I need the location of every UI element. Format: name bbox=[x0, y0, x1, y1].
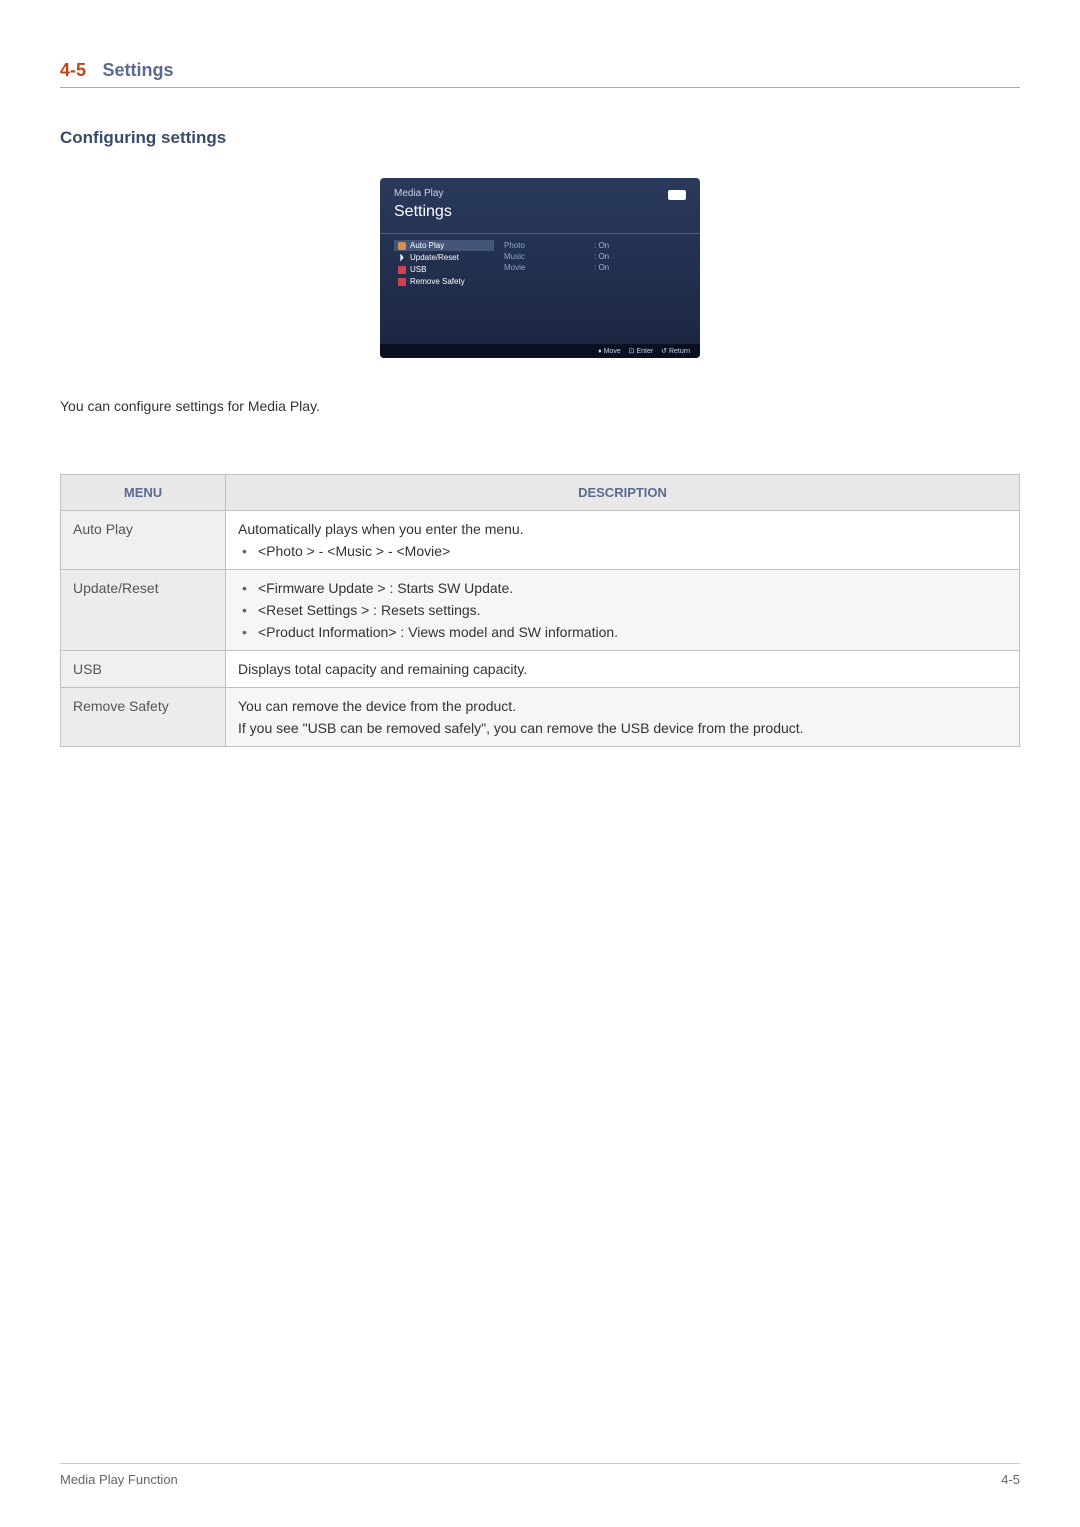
footer-right: 4-5 bbox=[1001, 1472, 1020, 1487]
osd-menu-autoplay: Auto Play bbox=[394, 240, 494, 251]
osd-screenshot-container: Media Play Settings Auto Play Update/Res… bbox=[60, 178, 1020, 358]
intro-text: You can configure settings for Media Pla… bbox=[60, 398, 1020, 414]
osd-menu-removesafety: Remove Safety bbox=[394, 276, 494, 287]
table-row: USB Displays total capacity and remainin… bbox=[61, 651, 1020, 688]
osd-option-music: Music bbox=[504, 251, 574, 262]
osd-value-photo: : On bbox=[594, 240, 686, 251]
osd-value-movie: : On bbox=[594, 262, 686, 273]
osd-settings-label: Settings bbox=[394, 203, 686, 221]
osd-item-label: Remove Safety bbox=[410, 277, 465, 286]
osd-option-photo: Photo bbox=[504, 240, 574, 251]
table-cell-desc: <Firmware Update > : Starts SW Update. <… bbox=[226, 570, 1020, 651]
table-row: Remove Safety You can remove the device … bbox=[61, 688, 1020, 747]
table-cell-menu: USB bbox=[61, 651, 226, 688]
osd-footer-enter: ⊡ Enter bbox=[629, 348, 654, 355]
osd-content: Auto Play Update/Reset USB Remove Safety… bbox=[380, 234, 700, 294]
section-header: 4-5 Settings bbox=[60, 60, 1020, 88]
osd-value-music: : On bbox=[594, 251, 686, 262]
section-title: Settings bbox=[102, 60, 173, 80]
table-cell-menu: Update/Reset bbox=[61, 570, 226, 651]
osd-left-menu: Auto Play Update/Reset USB Remove Safety bbox=[394, 240, 494, 288]
settings-table: MENU DESCRIPTION Auto Play Automatically… bbox=[60, 474, 1020, 747]
bullet-item: <Product Information> : Views model and … bbox=[238, 624, 1007, 640]
osd-menu-updatereset: Update/Reset bbox=[394, 252, 494, 263]
desc-text: Automatically plays when you enter the m… bbox=[238, 521, 1007, 537]
table-cell-menu: Auto Play bbox=[61, 511, 226, 570]
usb-icon bbox=[668, 190, 686, 200]
osd-footer: ♦ Move ⊡ Enter ↺ Return bbox=[380, 344, 700, 358]
table-header-menu: MENU bbox=[61, 475, 226, 511]
table-row: Update/Reset <Firmware Update > : Starts… bbox=[61, 570, 1020, 651]
table-cell-desc: Automatically plays when you enter the m… bbox=[226, 511, 1020, 570]
table-header-description: DESCRIPTION bbox=[226, 475, 1020, 511]
arrow-icon bbox=[398, 254, 406, 262]
bullet-item: <Photo > - <Music > - <Movie> bbox=[238, 543, 1007, 559]
desc-bullets: <Firmware Update > : Starts SW Update. <… bbox=[238, 580, 1007, 640]
osd-middle-column: Photo Music Movie bbox=[494, 240, 574, 288]
table-row: Auto Play Automatically plays when you e… bbox=[61, 511, 1020, 570]
table-cell-desc: Displays total capacity and remaining ca… bbox=[226, 651, 1020, 688]
gear-icon bbox=[398, 242, 406, 250]
osd-item-label: USB bbox=[410, 265, 426, 274]
eject-icon bbox=[398, 278, 406, 286]
section-number: 4-5 bbox=[60, 60, 86, 80]
osd-footer-return: ↺ Return bbox=[661, 348, 690, 355]
bullet-item: <Reset Settings > : Resets settings. bbox=[238, 602, 1007, 618]
desc-text: If you see "USB can be removed safely", … bbox=[238, 720, 1007, 736]
osd-mediaplay-label: Media Play bbox=[394, 188, 686, 199]
osd-menu-usb: USB bbox=[394, 264, 494, 275]
table-cell-desc: You can remove the device from the produ… bbox=[226, 688, 1020, 747]
osd-item-label: Auto Play bbox=[410, 241, 444, 250]
osd-footer-move: ♦ Move bbox=[598, 348, 621, 355]
table-header-row: MENU DESCRIPTION bbox=[61, 475, 1020, 511]
page-footer: Media Play Function 4-5 bbox=[60, 1463, 1020, 1487]
osd-item-label: Update/Reset bbox=[410, 253, 459, 262]
footer-left: Media Play Function bbox=[60, 1472, 178, 1487]
osd-right-column: : On : On : On bbox=[574, 240, 686, 288]
disk-icon bbox=[398, 266, 406, 274]
table-cell-menu: Remove Safety bbox=[61, 688, 226, 747]
bullet-item: <Firmware Update > : Starts SW Update. bbox=[238, 580, 1007, 596]
osd-option-movie: Movie bbox=[504, 262, 574, 273]
desc-text: You can remove the device from the produ… bbox=[238, 698, 1007, 714]
desc-bullets: <Photo > - <Music > - <Movie> bbox=[238, 543, 1007, 559]
osd-header: Media Play Settings bbox=[380, 178, 700, 225]
subsection-title: Configuring settings bbox=[60, 128, 1020, 148]
osd-panel: Media Play Settings Auto Play Update/Res… bbox=[380, 178, 700, 358]
